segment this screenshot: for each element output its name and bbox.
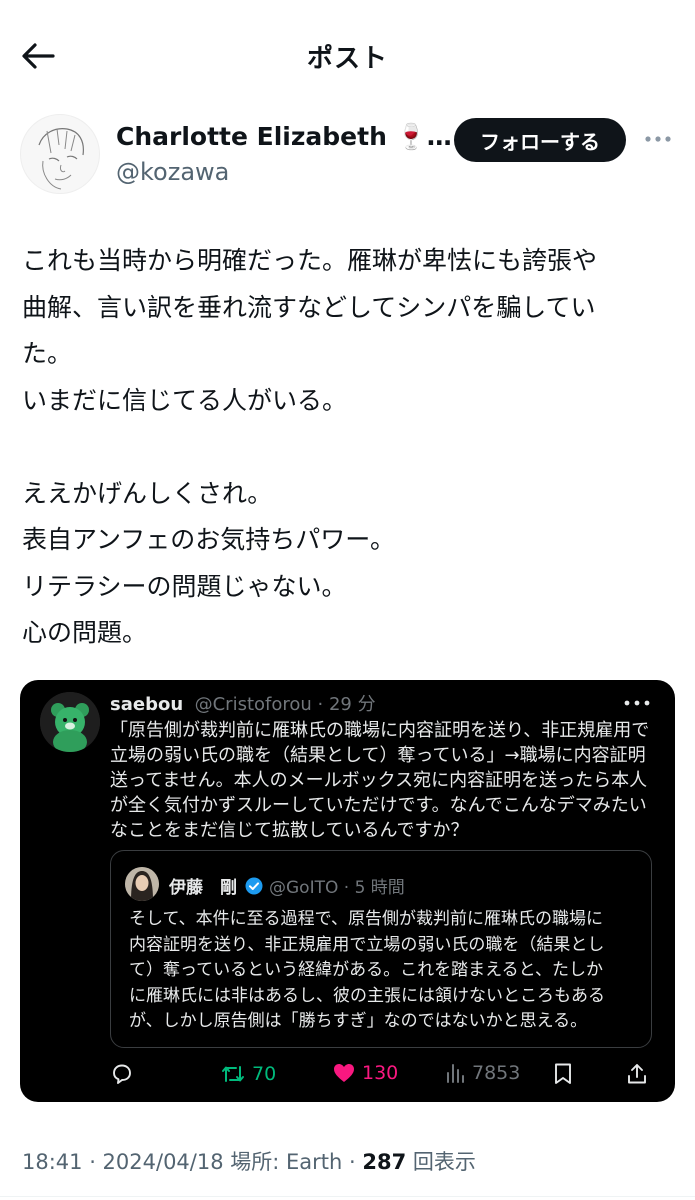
more-options-button[interactable] (640, 124, 676, 154)
repost-button[interactable]: 70 (220, 1062, 276, 1086)
nested-text: そして、本件に至る過程で、原告側が裁判前に雁琳氏の職場に 内容証明を送り、非正規… (129, 909, 605, 1031)
sketch-face-icon (38, 128, 84, 190)
author-name[interactable]: Charlotte Elizabeth 🍷… (116, 122, 452, 152)
repost-count: 70 (252, 1063, 277, 1085)
like-button[interactable]: 130 (332, 1062, 398, 1084)
share-button[interactable] (626, 1062, 654, 1086)
nested-avatar[interactable] (125, 867, 159, 901)
quote-author-name[interactable]: saebou (110, 694, 183, 715)
view-count: 7853 (472, 1062, 521, 1084)
views-button[interactable]: 7853 (444, 1062, 520, 1084)
top-bar: ポスト (0, 0, 695, 110)
reply-icon (113, 1064, 131, 1084)
more-dots-icon (624, 700, 650, 706)
timestamp-location: 18:41 · 2024/04/18 場所: Earth · (22, 1150, 363, 1174)
nested-author-name[interactable]: 伊藤 剛 (169, 873, 237, 898)
bar-chart-icon (447, 1064, 464, 1083)
quote-handle-time: @Cristoforou · 29 分 (194, 694, 376, 715)
view-suffix: 回表示 (406, 1150, 476, 1174)
heart-filled-icon (334, 1064, 354, 1082)
green-bear-avatar-icon (40, 692, 100, 752)
post-meta: 18:41 · 2024/04/18 場所: Earth · 287 回表示 (22, 1146, 476, 1176)
quoted-post-card[interactable]: saebou @Cristoforou · 29 分 「原告側が裁判前に雁琳氏の… (20, 680, 675, 1102)
more-dots-icon (645, 136, 671, 142)
repost-icon (222, 1066, 244, 1082)
avatar[interactable] (20, 114, 100, 194)
verified-badge-icon (245, 877, 263, 894)
follow-button[interactable]: フォローする (454, 118, 626, 162)
quote-more-button[interactable] (620, 692, 654, 714)
quote-meta: @Cristoforou · 29 分 (189, 694, 376, 715)
quote-header: saebou @Cristoforou · 29 分 (110, 690, 376, 716)
quote-action-bar: 70 130 7853 (20, 1062, 675, 1092)
reply-button[interactable] (110, 1062, 140, 1086)
nested-quoted-post[interactable]: 伊藤 剛 @GoITO · 5 時間 そして、本件に至る過程で、原告側が裁判前に… (110, 850, 652, 1048)
nested-handle-time: @GoITO · 5 時間 (269, 878, 405, 898)
author-handle[interactable]: @kozawa (116, 158, 229, 186)
page-title: ポスト (306, 44, 388, 74)
quote-avatar[interactable] (40, 692, 100, 752)
person-photo-icon (125, 867, 159, 901)
like-count: 130 (362, 1062, 399, 1084)
author-row: Charlotte Elizabeth 🍷… @kozawa フォローする (0, 112, 695, 202)
tweet-text: これも当時から明確だった。雁琳が卑怯にも誇張や 曲解、言い訳を垂れ流すなどしてシ… (22, 246, 598, 647)
bookmark-icon (555, 1063, 571, 1084)
share-icon (628, 1064, 646, 1084)
view-count-total: 287 (362, 1150, 407, 1174)
quote-text: 「原告側が裁判前に雁琳氏の職場に内容証明を送り、非正規雇用で 立場の弱い氏の職を… (110, 720, 650, 841)
nested-header: 伊藤 剛 @GoITO · 5 時間 (169, 873, 405, 898)
divider (0, 1196, 695, 1197)
bookmark-button[interactable] (552, 1062, 580, 1086)
